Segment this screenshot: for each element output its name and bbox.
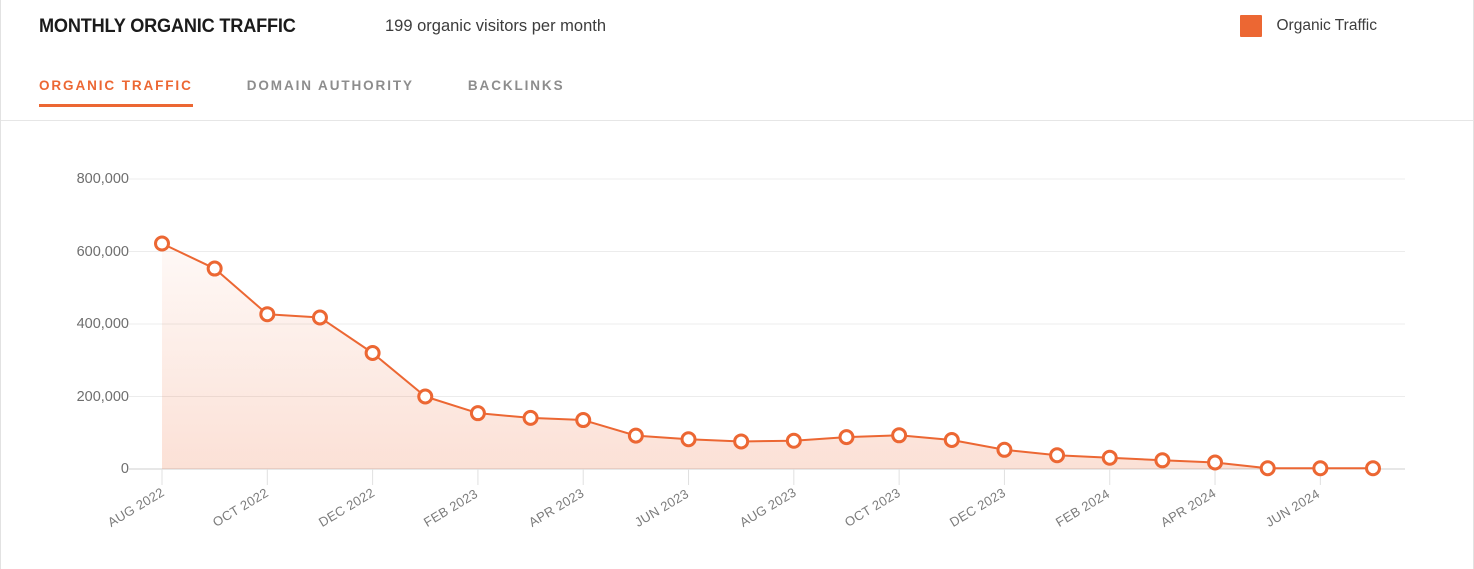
y-axis-label: 200,000 (76, 388, 129, 405)
tab-backlinks[interactable]: BACKLINKS (468, 74, 565, 107)
data-point[interactable] (1207, 454, 1224, 471)
y-axis-label: 0 (120, 461, 129, 477)
data-point[interactable] (575, 412, 592, 429)
data-point[interactable] (1365, 460, 1381, 477)
organic-traffic-panel: MONTHLY ORGANIC TRAFFIC 199 organic visi… (0, 0, 1474, 569)
data-point[interactable] (891, 427, 908, 444)
data-point[interactable] (996, 441, 1013, 458)
data-point[interactable] (1154, 452, 1171, 469)
tab-bar: ORGANIC TRAFFIC DOMAIN AUTHORITY BACKLIN… (1, 74, 1473, 121)
y-axis-label: 400,000 (76, 316, 129, 332)
data-point[interactable] (154, 235, 170, 252)
data-point[interactable] (627, 427, 644, 444)
organic-traffic-chart: 0 200,000 400,000 600,000 800,000 AUG 2022 OC… (1, 121, 1473, 569)
y-axis-label: 800,000 (76, 171, 129, 187)
y-axis-label: 600,000 (76, 243, 129, 260)
page-title: MONTHLY ORGANIC TRAFFIC (39, 14, 296, 37)
tab-domain-authority[interactable]: DOMAIN AUTHORITY (247, 74, 414, 107)
data-point[interactable] (733, 433, 750, 450)
tab-organic-traffic[interactable]: ORGANIC TRAFFIC (39, 74, 193, 107)
panel-header: MONTHLY ORGANIC TRAFFIC 199 organic visi… (1, 0, 1473, 52)
panel-subtitle: 199 organic visitors per month (384, 16, 607, 35)
chart-canvas (129, 178, 1405, 485)
data-point[interactable] (364, 345, 381, 361)
data-point[interactable] (469, 405, 486, 422)
data-point[interactable] (417, 388, 434, 405)
data-point[interactable] (1259, 460, 1276, 477)
data-point[interactable] (680, 431, 697, 448)
data-point[interactable] (785, 432, 802, 449)
data-point[interactable] (1312, 460, 1329, 477)
data-point[interactable] (206, 260, 223, 277)
data-point[interactable] (1049, 447, 1066, 464)
data-point[interactable] (522, 409, 539, 426)
data-point[interactable] (1101, 449, 1118, 466)
legend-label: Organic Traffic (1276, 17, 1377, 34)
data-point[interactable] (838, 429, 855, 446)
legend-swatch-icon (1240, 15, 1263, 37)
data-point[interactable] (259, 306, 276, 323)
data-point[interactable] (311, 309, 328, 326)
data-point[interactable] (943, 432, 960, 448)
chart-legend: Organic Traffic (1240, 15, 1439, 37)
